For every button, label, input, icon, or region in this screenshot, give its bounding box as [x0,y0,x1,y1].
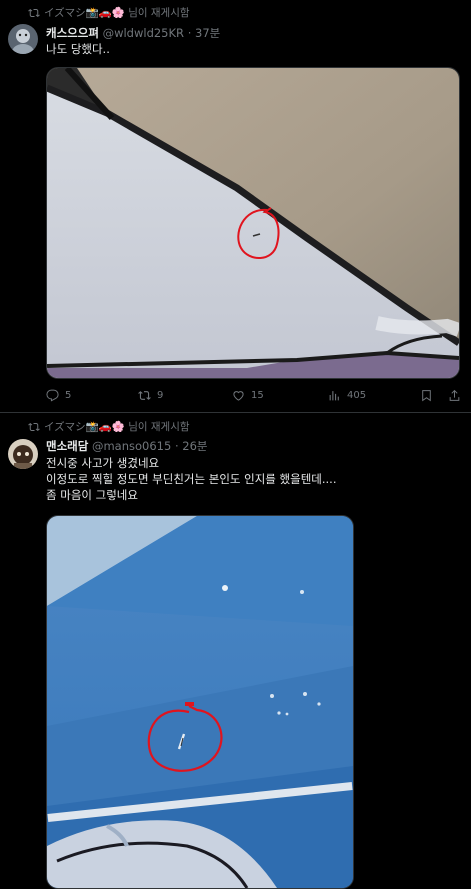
heart-icon [233,391,244,401]
reply-icon [46,389,59,402]
car-body-photo [47,68,459,378]
reply-count: 5 [65,390,72,401]
car-body-photo [47,516,353,888]
repost-text: イズマシ📸🚗🌸 님이 재게시함 [44,7,190,19]
tweet-text: 전시중 사고가 생겼네요 이정도로 찍힐 정도면 부딘친거는 본인도 인지를 했… [46,455,336,503]
views-button[interactable]: 405 [328,389,366,402]
timestamp[interactable]: · 26분 [175,439,208,453]
avatar-image [8,439,38,469]
avatar[interactable] [8,24,38,54]
tweet-text-line: 좀 마음이 그렇네요 [46,488,138,502]
like-button[interactable]: 15 [232,389,264,402]
timestamp[interactable]: · 37분 [188,26,221,40]
bookmark-icon [422,390,431,402]
repost-button[interactable]: 9 [138,389,163,402]
display-name[interactable]: 캐스으으펴 [46,26,99,40]
tweet-text-line: 전시중 사고가 생겼네요 [46,456,160,470]
share-button[interactable] [448,389,461,402]
reply-button[interactable]: 5 [46,389,71,402]
bookmark-button[interactable] [420,389,433,402]
views-icon [329,391,339,401]
repost-icon [28,422,40,431]
tweet-photo[interactable] [46,67,460,379]
repost-indicator: イズマシ📸🚗🌸 님이 재게시함 [28,5,190,20]
tweet[interactable]: イズマシ📸🚗🌸 님이 재게시함 맨소래담 @manso0615 · 26분 전시… [0,413,471,889]
handle[interactable]: @wldwld25KR [103,26,184,40]
repost-icon [28,8,40,17]
tweet-text-line: 나도 당했다.. [46,42,110,56]
display-name[interactable]: 맨소래담 [46,439,88,453]
repost-count: 9 [157,390,164,401]
share-icon [449,389,460,401]
action-bar: 5 9 15 405 [46,389,464,405]
tweet-text-line: 이정도로 찍힐 정도면 부딘친거는 본인도 인지를 했을텐데.... [46,472,337,486]
repost-indicator: イズマシ📸🚗🌸 님이 재게시함 [28,419,190,434]
handle[interactable]: @manso0615 [92,439,171,453]
repost-icon [138,391,151,400]
avatar[interactable] [8,439,38,469]
views-count: 405 [347,390,367,401]
like-count: 15 [251,390,264,401]
tweet-header: 캐스으으펴 @wldwld25KR · 37분 [46,25,220,41]
tweet[interactable]: イズマシ📸🚗🌸 님이 재게시함 캐스으으펴 @wldwld25KR · 37분 … [0,0,471,412]
tweet-header: 맨소래담 @manso0615 · 26분 [46,438,208,454]
avatar-image [8,24,38,54]
tweet-photo[interactable] [46,515,354,889]
repost-text: イズマシ📸🚗🌸 님이 재게시함 [44,421,190,433]
tweet-text: 나도 당했다.. [46,41,110,57]
